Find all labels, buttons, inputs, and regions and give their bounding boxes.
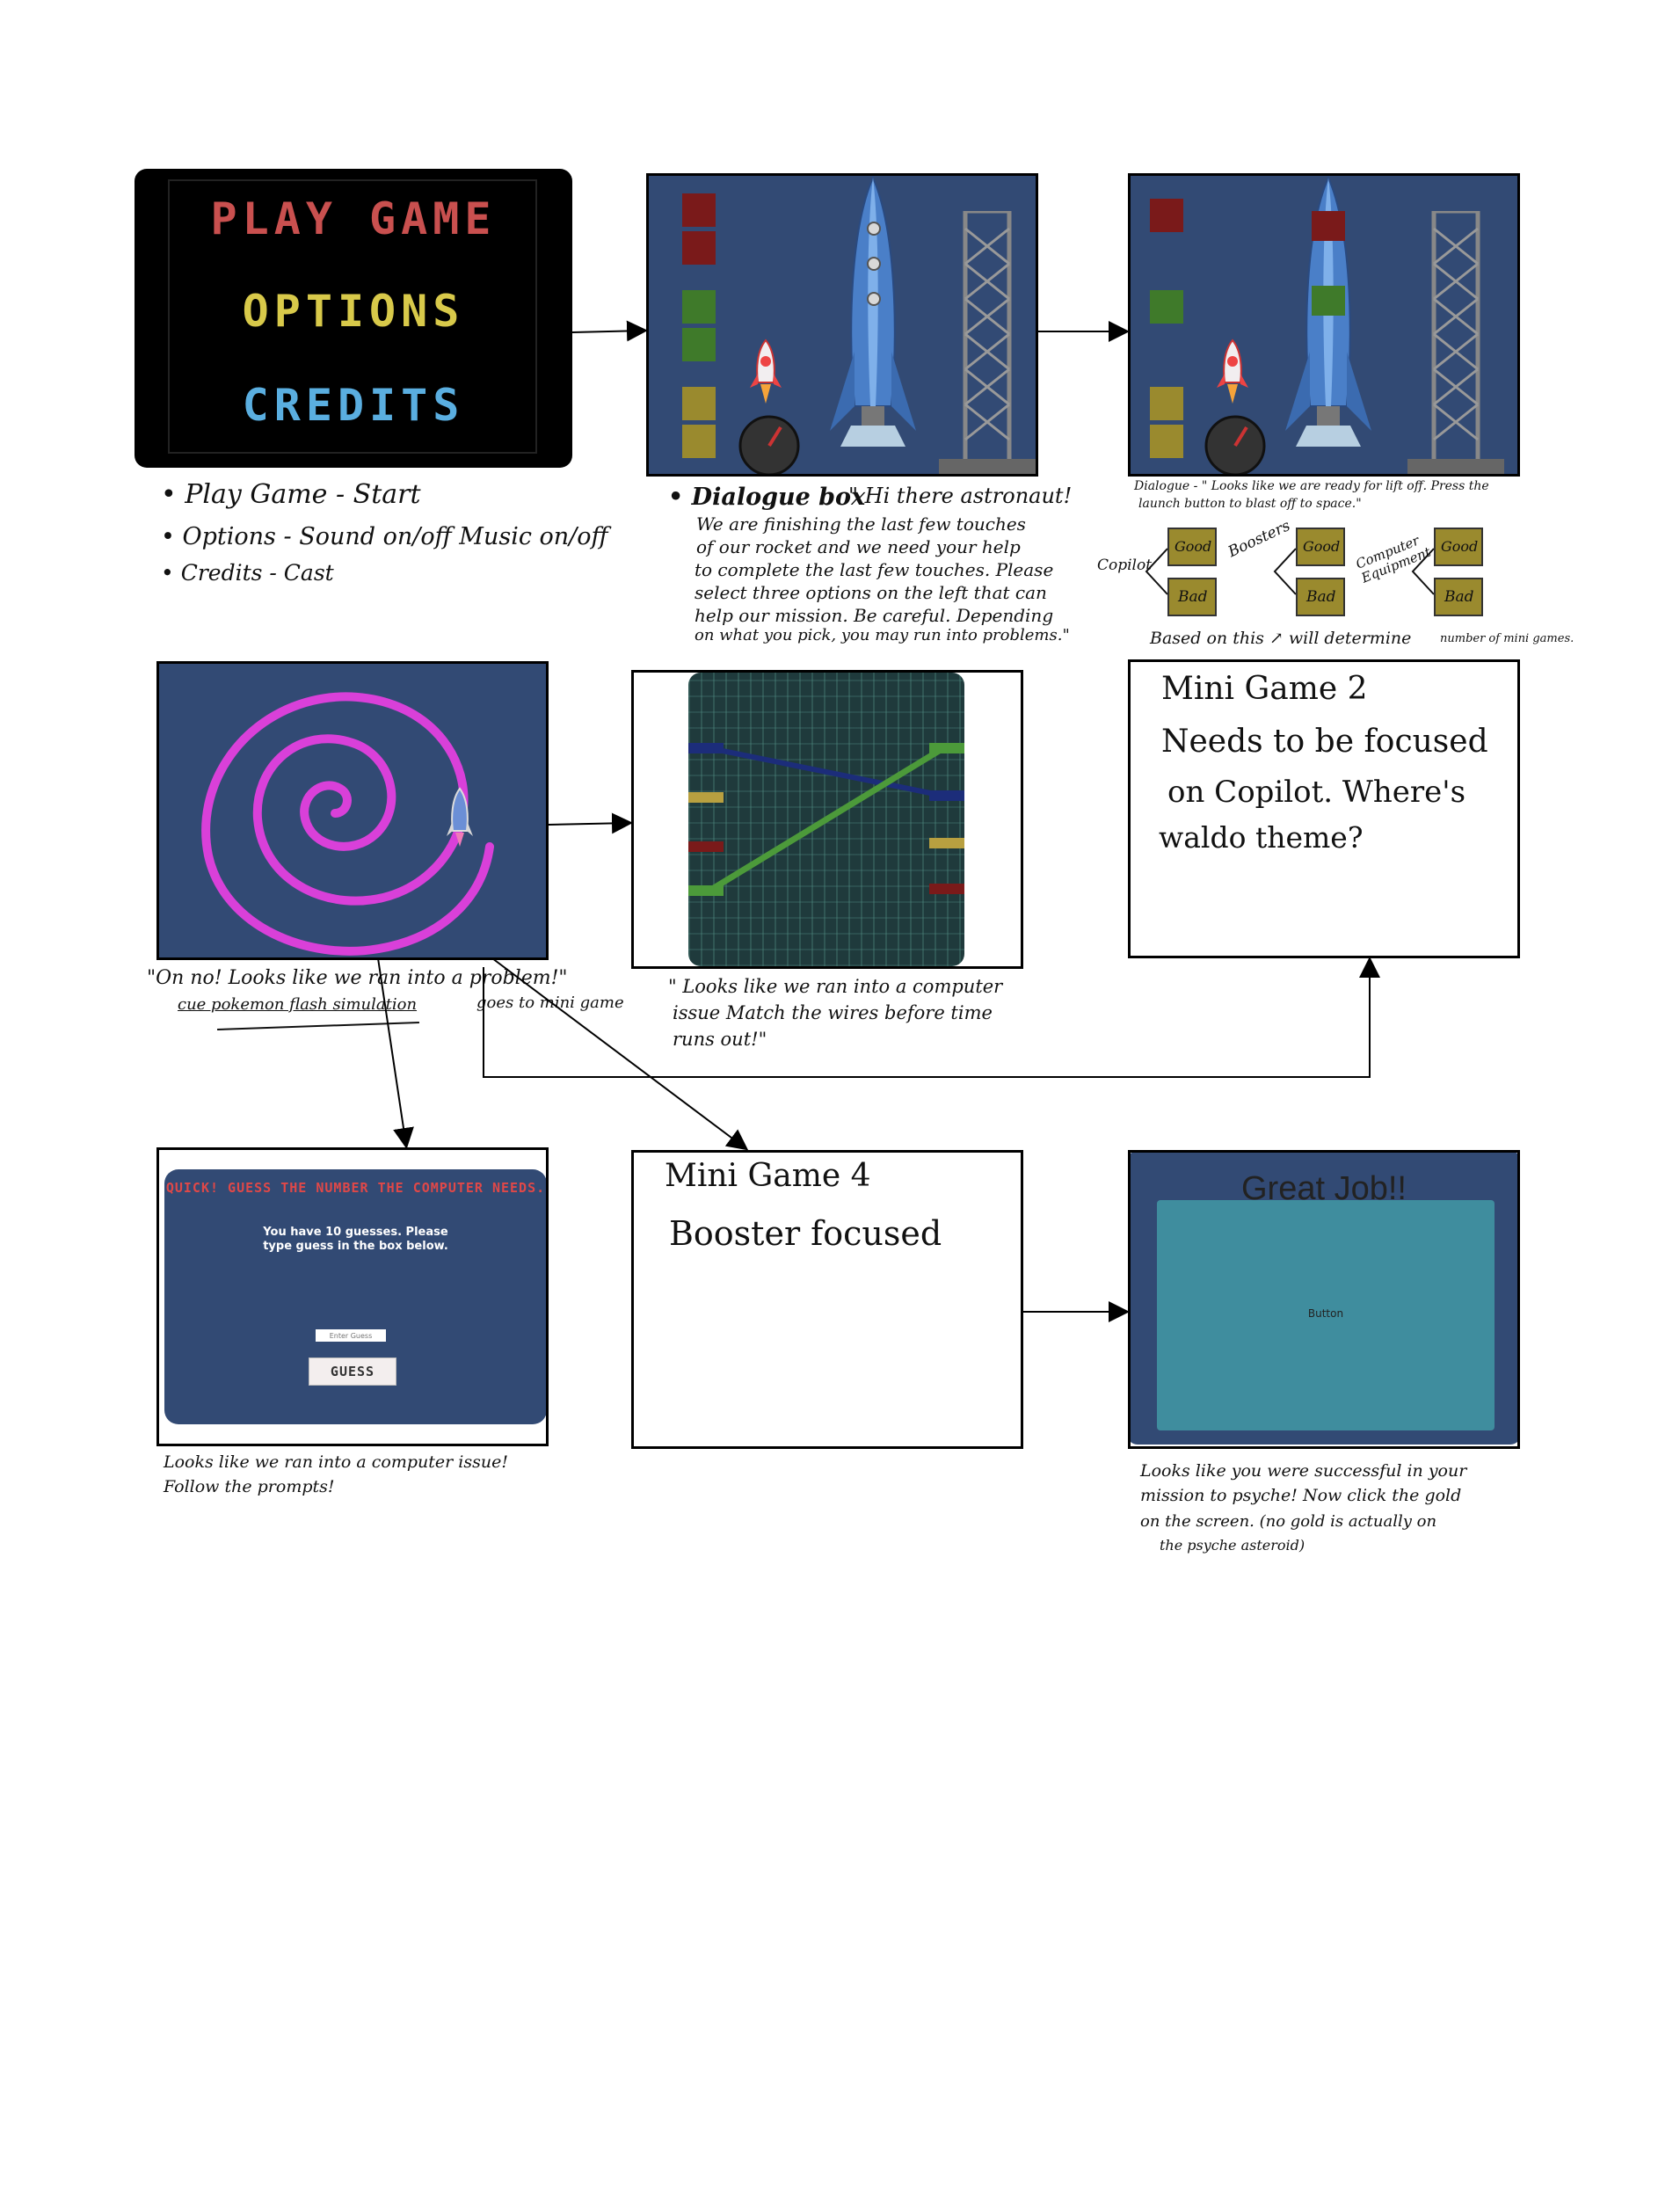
flow-arrows [377,320,1380,1322]
